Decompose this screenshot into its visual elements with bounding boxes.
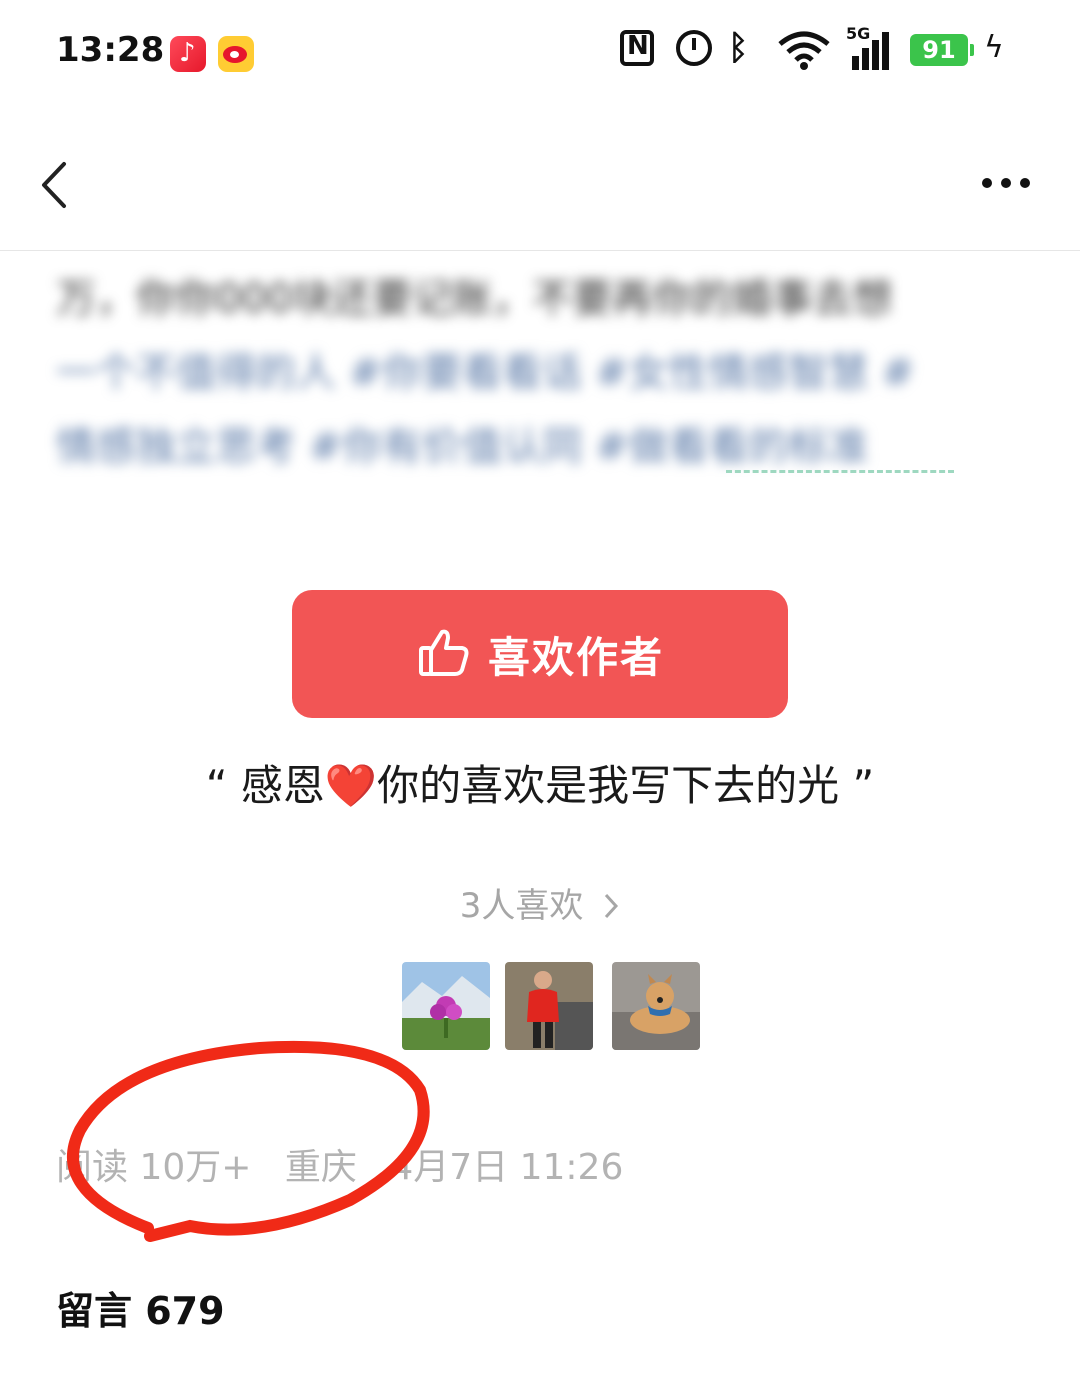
chevron-right-icon: [602, 886, 620, 926]
wifi-icon: [778, 30, 830, 78]
avatar[interactable]: [505, 962, 593, 1050]
status-bar: 13:28 ᛒ 5G 91 ϟ: [0, 0, 1080, 100]
thanks-open: “ 感恩: [205, 761, 325, 810]
chevron-left-icon[interactable]: [36, 160, 76, 210]
location: 重庆: [284, 1147, 357, 1188]
status-icons: ᛒ 5G 91 ϟ: [620, 24, 1020, 74]
likes-count-text: 3人喜欢: [459, 886, 584, 926]
article-line: 一个不值得的人 #你要看看话 #女性情感智慧 #: [56, 350, 915, 396]
heart-icon: ❤️: [324, 761, 378, 810]
battery-icon: 91: [910, 34, 974, 66]
bluetooth-icon: ᛒ: [728, 28, 749, 68]
read-count: 阅读 10万+: [56, 1147, 252, 1188]
avatar[interactable]: [402, 962, 490, 1050]
nav-bar: [0, 100, 1080, 251]
dotted-underline: [726, 470, 954, 473]
like-author-label: 喜欢作者: [488, 633, 665, 682]
thanks-close: 你的喜欢是我写下去的光 ”: [377, 761, 875, 810]
weibo-app-icon: [218, 36, 254, 72]
likes-count-link[interactable]: 3人喜欢: [0, 878, 1080, 927]
alarm-icon: [676, 30, 712, 66]
status-time: 13:28: [56, 30, 165, 70]
publish-date: 4月7日 11:26: [390, 1147, 624, 1188]
more-dots-icon[interactable]: [982, 178, 1030, 190]
charging-icon: ϟ: [984, 30, 1004, 65]
network-type: 5G: [846, 24, 871, 43]
article-text-blurred: 万，你你000块还要记账，不要再你的婚事去想 一个不值得的人 #你要看看话 #女…: [56, 262, 1026, 484]
thanks-message: “ 感恩❤️你的喜欢是我写下去的光 ”: [0, 752, 1080, 813]
thumbs-up-icon: [418, 626, 470, 678]
signal-icon: 5G: [846, 24, 896, 70]
nfc-icon: [620, 30, 654, 66]
article-meta: 阅读 10万+ 重庆 4月7日 11:26: [56, 1138, 645, 1190]
avatar[interactable]: [612, 962, 700, 1050]
article-line: 万，你你000块还要记账，不要再你的婚事去想: [56, 276, 893, 322]
comments-header[interactable]: 留言 679: [56, 1280, 225, 1335]
battery-level: 91: [922, 36, 956, 64]
music-app-icon: [170, 36, 206, 72]
like-author-button[interactable]: 喜欢作者: [292, 590, 788, 718]
